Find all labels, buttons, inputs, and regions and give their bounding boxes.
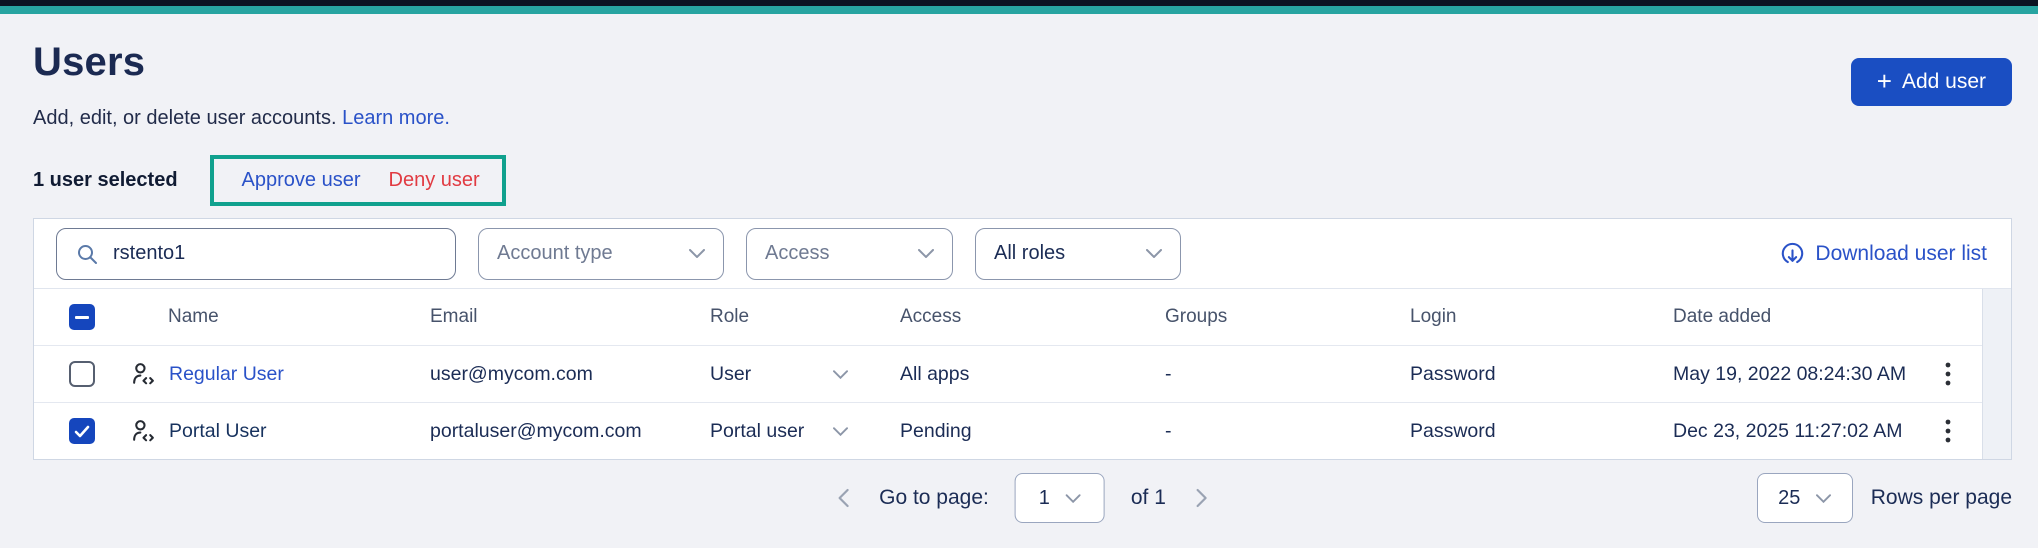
- user-access: Pending: [900, 419, 972, 442]
- kebab-icon: [1945, 362, 1951, 386]
- user-date-added: May 19, 2022 08:24:30 AM: [1673, 362, 1907, 385]
- user-login: Password: [1410, 419, 1496, 442]
- chevron-down-icon: [833, 426, 848, 436]
- access-dropdown[interactable]: Access: [746, 227, 953, 280]
- table-scrollbar-gutter[interactable]: [1982, 289, 2011, 459]
- user-groups: -: [1165, 419, 1172, 442]
- table-header-row: Name Email Role Access Groups Login Date…: [34, 289, 1982, 345]
- chevron-down-icon: [918, 249, 934, 258]
- column-header-access: Access: [900, 306, 962, 327]
- page-description-text: Add, edit, or delete user accounts.: [33, 107, 337, 129]
- selection-count: 1 user selected: [33, 168, 178, 191]
- access-dropdown-label: Access: [765, 242, 830, 264]
- user-date-added: Dec 23, 2025 11:27:02 AM: [1673, 419, 1903, 442]
- deny-user-button[interactable]: Deny user: [389, 169, 480, 192]
- chevron-right-icon: [1196, 488, 1208, 508]
- users-page: Users + Add user Add, edit, or delete us…: [0, 40, 2038, 536]
- search-input-value: rstento1: [113, 242, 186, 264]
- chevron-down-icon: [689, 249, 705, 258]
- chevron-down-icon: [1065, 493, 1081, 503]
- user-email: portaluser@mycom.com: [430, 419, 642, 442]
- rows-per-page-label: Rows per page: [1870, 486, 2012, 509]
- account-type-dropdown-label: Account type: [497, 242, 613, 264]
- kebab-icon: [1945, 419, 1951, 443]
- column-header-name: Name: [168, 306, 219, 327]
- chevron-down-icon: [833, 369, 848, 379]
- add-user-button[interactable]: + Add user: [1850, 58, 2012, 106]
- chevron-left-icon: [837, 488, 849, 508]
- page-description: Add, edit, or delete user accounts. Lear…: [33, 107, 2012, 130]
- download-user-list-link[interactable]: Download user list: [1780, 241, 1989, 266]
- filter-toolbar: rstento1 Account type Access All roles D…: [34, 219, 2011, 289]
- chevron-down-icon: [1146, 249, 1162, 258]
- row-actions-menu-button[interactable]: [1939, 413, 1957, 449]
- rows-per-page-value: 25: [1778, 486, 1801, 509]
- column-header-role: Role: [710, 306, 750, 327]
- indeterminate-minus-icon: [75, 315, 89, 319]
- user-type-icon: [130, 418, 157, 445]
- users-table: Name Email Role Access Groups Login Date…: [34, 289, 2011, 459]
- plus-icon: +: [1876, 66, 1892, 96]
- column-header-groups: Groups: [1165, 306, 1228, 327]
- table-row: Portal User portaluser@mycom.com Portal …: [34, 402, 1982, 459]
- previous-page-button[interactable]: [833, 484, 853, 512]
- user-access: All apps: [900, 362, 970, 385]
- selection-toolbar: 1 user selected Approve user Deny user: [33, 152, 2012, 208]
- user-name-link[interactable]: Portal User: [169, 420, 267, 443]
- page-total-label: of 1: [1130, 486, 1166, 509]
- add-user-label: Add user: [1901, 70, 1986, 93]
- search-icon: [75, 242, 99, 266]
- page-number-select[interactable]: 1: [1014, 473, 1105, 523]
- role-select[interactable]: User: [710, 363, 900, 386]
- brand-accent-bar: [0, 6, 2038, 14]
- column-header-email: Email: [430, 306, 478, 327]
- role-select[interactable]: Portal user: [710, 420, 900, 443]
- role-select-value: Portal user: [710, 419, 805, 442]
- roles-dropdown-value: All roles: [994, 242, 1066, 264]
- page-title: Users: [33, 40, 146, 84]
- row-checkbox[interactable]: [69, 418, 95, 444]
- users-table-panel: rstento1 Account type Access All roles D…: [33, 218, 2012, 460]
- user-login: Password: [1410, 362, 1496, 385]
- roles-dropdown[interactable]: All roles: [975, 227, 1181, 280]
- select-all-checkbox[interactable]: [69, 304, 95, 330]
- account-type-dropdown[interactable]: Account type: [478, 227, 724, 280]
- user-type-icon: [130, 361, 157, 388]
- download-icon: [1780, 241, 1805, 266]
- go-to-page-label: Go to page:: [879, 486, 989, 509]
- page-number-value: 1: [1038, 486, 1050, 509]
- row-actions-menu-button[interactable]: [1939, 356, 1957, 392]
- user-name-link[interactable]: Regular User: [169, 363, 284, 386]
- learn-more-link[interactable]: Learn more.: [342, 107, 450, 129]
- approve-user-button[interactable]: Approve user: [242, 169, 361, 192]
- row-checkbox[interactable]: [69, 361, 95, 387]
- user-groups: -: [1165, 362, 1172, 385]
- role-select-value: User: [710, 362, 752, 385]
- download-user-list-label: Download user list: [1815, 241, 1987, 265]
- check-icon: [74, 425, 90, 438]
- user-email: user@mycom.com: [430, 362, 593, 385]
- table-row: Regular User user@mycom.com User All app…: [34, 345, 1982, 402]
- page-header: Users + Add user: [33, 40, 2012, 106]
- chevron-down-icon: [1816, 493, 1832, 503]
- selection-actions-highlight-box: Approve user Deny user: [209, 154, 506, 206]
- next-page-button[interactable]: [1192, 484, 1212, 512]
- column-header-login: Login: [1410, 306, 1457, 327]
- rows-per-page-select[interactable]: 25: [1756, 473, 1853, 523]
- search-input[interactable]: rstento1: [56, 227, 456, 280]
- column-header-date-added: Date added: [1673, 306, 1772, 327]
- pagination-bar: Go to page: 1 of 1 25 Rows per page: [33, 460, 2012, 536]
